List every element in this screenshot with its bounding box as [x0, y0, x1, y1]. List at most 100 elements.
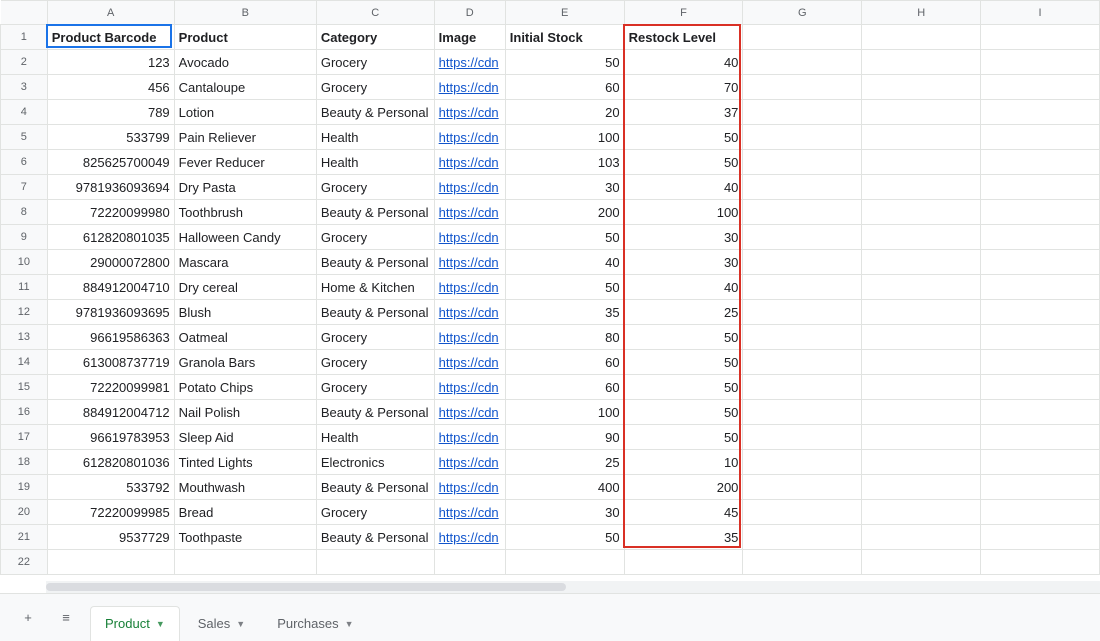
- cell-A21[interactable]: 9537729: [47, 525, 174, 550]
- row-header-17[interactable]: 17: [1, 425, 48, 450]
- row-header-12[interactable]: 12: [1, 300, 48, 325]
- cell-A15[interactable]: 72220099981: [47, 375, 174, 400]
- cell-B7[interactable]: Dry Pasta: [174, 175, 316, 200]
- cell-A16[interactable]: 884912004712: [47, 400, 174, 425]
- image-link[interactable]: https://cdn: [439, 130, 499, 145]
- cell-F13[interactable]: 50: [624, 325, 743, 350]
- cell-E14[interactable]: 60: [505, 350, 624, 375]
- cell-C4[interactable]: Beauty & Personal: [316, 100, 434, 125]
- cell-H18[interactable]: [862, 450, 981, 475]
- cell-H11[interactable]: [862, 275, 981, 300]
- all-sheets-button[interactable]: ≡: [52, 604, 80, 632]
- cell-C14[interactable]: Grocery: [316, 350, 434, 375]
- cell-D21[interactable]: https://cdn: [434, 525, 505, 550]
- cell-H10[interactable]: [862, 250, 981, 275]
- row-header-4[interactable]: 4: [1, 100, 48, 125]
- cell-G8[interactable]: [743, 200, 862, 225]
- image-link[interactable]: https://cdn: [439, 80, 499, 95]
- cell-D17[interactable]: https://cdn: [434, 425, 505, 450]
- cell-G3[interactable]: [743, 75, 862, 100]
- row-header-10[interactable]: 10: [1, 250, 48, 275]
- cell-A22[interactable]: [47, 550, 174, 575]
- sheet-tab-purchases[interactable]: Purchases▼: [263, 606, 367, 641]
- cell-B1[interactable]: Product: [174, 25, 316, 50]
- cell-I2[interactable]: [981, 50, 1100, 75]
- cell-D6[interactable]: https://cdn: [434, 150, 505, 175]
- cell-A13[interactable]: 96619586363: [47, 325, 174, 350]
- cell-A5[interactable]: 533799: [47, 125, 174, 150]
- row-header-8[interactable]: 8: [1, 200, 48, 225]
- cell-D12[interactable]: https://cdn: [434, 300, 505, 325]
- cell-G2[interactable]: [743, 50, 862, 75]
- sheet-tab-sales[interactable]: Sales▼: [184, 606, 259, 641]
- row-header-19[interactable]: 19: [1, 475, 48, 500]
- cell-G1[interactable]: [743, 25, 862, 50]
- cell-I12[interactable]: [981, 300, 1100, 325]
- image-link[interactable]: https://cdn: [439, 180, 499, 195]
- cell-B15[interactable]: Potato Chips: [174, 375, 316, 400]
- cell-D16[interactable]: https://cdn: [434, 400, 505, 425]
- cell-D18[interactable]: https://cdn: [434, 450, 505, 475]
- cell-I6[interactable]: [981, 150, 1100, 175]
- cell-G21[interactable]: [743, 525, 862, 550]
- row-header-11[interactable]: 11: [1, 275, 48, 300]
- cell-A6[interactable]: 825625700049: [47, 150, 174, 175]
- cell-B12[interactable]: Blush: [174, 300, 316, 325]
- cell-grid[interactable]: A B C D E F G H I 1Product BarcodeProduc…: [0, 0, 1100, 593]
- cell-F19[interactable]: 200: [624, 475, 743, 500]
- cell-F21[interactable]: 35: [624, 525, 743, 550]
- cell-I4[interactable]: [981, 100, 1100, 125]
- row-header-21[interactable]: 21: [1, 525, 48, 550]
- cell-C15[interactable]: Grocery: [316, 375, 434, 400]
- image-link[interactable]: https://cdn: [439, 155, 499, 170]
- cell-C2[interactable]: Grocery: [316, 50, 434, 75]
- cell-F15[interactable]: 50: [624, 375, 743, 400]
- cell-E2[interactable]: 50: [505, 50, 624, 75]
- cell-G12[interactable]: [743, 300, 862, 325]
- cell-G6[interactable]: [743, 150, 862, 175]
- cell-F14[interactable]: 50: [624, 350, 743, 375]
- cell-A12[interactable]: 9781936093695: [47, 300, 174, 325]
- cell-B9[interactable]: Halloween Candy: [174, 225, 316, 250]
- cell-I15[interactable]: [981, 375, 1100, 400]
- row-header-5[interactable]: 5: [1, 125, 48, 150]
- cell-H9[interactable]: [862, 225, 981, 250]
- cell-G20[interactable]: [743, 500, 862, 525]
- cell-E7[interactable]: 30: [505, 175, 624, 200]
- cell-B21[interactable]: Toothpaste: [174, 525, 316, 550]
- row-header-7[interactable]: 7: [1, 175, 48, 200]
- image-link[interactable]: https://cdn: [439, 405, 499, 420]
- cell-H1[interactable]: [862, 25, 981, 50]
- image-link[interactable]: https://cdn: [439, 255, 499, 270]
- cell-H3[interactable]: [862, 75, 981, 100]
- cell-H12[interactable]: [862, 300, 981, 325]
- cell-G10[interactable]: [743, 250, 862, 275]
- image-link[interactable]: https://cdn: [439, 480, 499, 495]
- sheet-tab-product[interactable]: Product▼: [90, 606, 180, 641]
- cell-H15[interactable]: [862, 375, 981, 400]
- cell-C12[interactable]: Beauty & Personal: [316, 300, 434, 325]
- cell-H16[interactable]: [862, 400, 981, 425]
- cell-I19[interactable]: [981, 475, 1100, 500]
- row-header-14[interactable]: 14: [1, 350, 48, 375]
- cell-A20[interactable]: 72220099985: [47, 500, 174, 525]
- cell-G15[interactable]: [743, 375, 862, 400]
- cell-B4[interactable]: Lotion: [174, 100, 316, 125]
- cell-H13[interactable]: [862, 325, 981, 350]
- cell-B14[interactable]: Granola Bars: [174, 350, 316, 375]
- cell-A3[interactable]: 456: [47, 75, 174, 100]
- chevron-down-icon[interactable]: ▼: [236, 619, 245, 629]
- cell-E20[interactable]: 30: [505, 500, 624, 525]
- row-header-1[interactable]: 1: [1, 25, 48, 50]
- cell-G14[interactable]: [743, 350, 862, 375]
- image-link[interactable]: https://cdn: [439, 205, 499, 220]
- cell-H22[interactable]: [862, 550, 981, 575]
- chevron-down-icon[interactable]: ▼: [345, 619, 354, 629]
- cell-D9[interactable]: https://cdn: [434, 225, 505, 250]
- cell-A8[interactable]: 72220099980: [47, 200, 174, 225]
- cell-C9[interactable]: Grocery: [316, 225, 434, 250]
- cell-E10[interactable]: 40: [505, 250, 624, 275]
- cell-A19[interactable]: 533792: [47, 475, 174, 500]
- row-header-18[interactable]: 18: [1, 450, 48, 475]
- image-link[interactable]: https://cdn: [439, 280, 499, 295]
